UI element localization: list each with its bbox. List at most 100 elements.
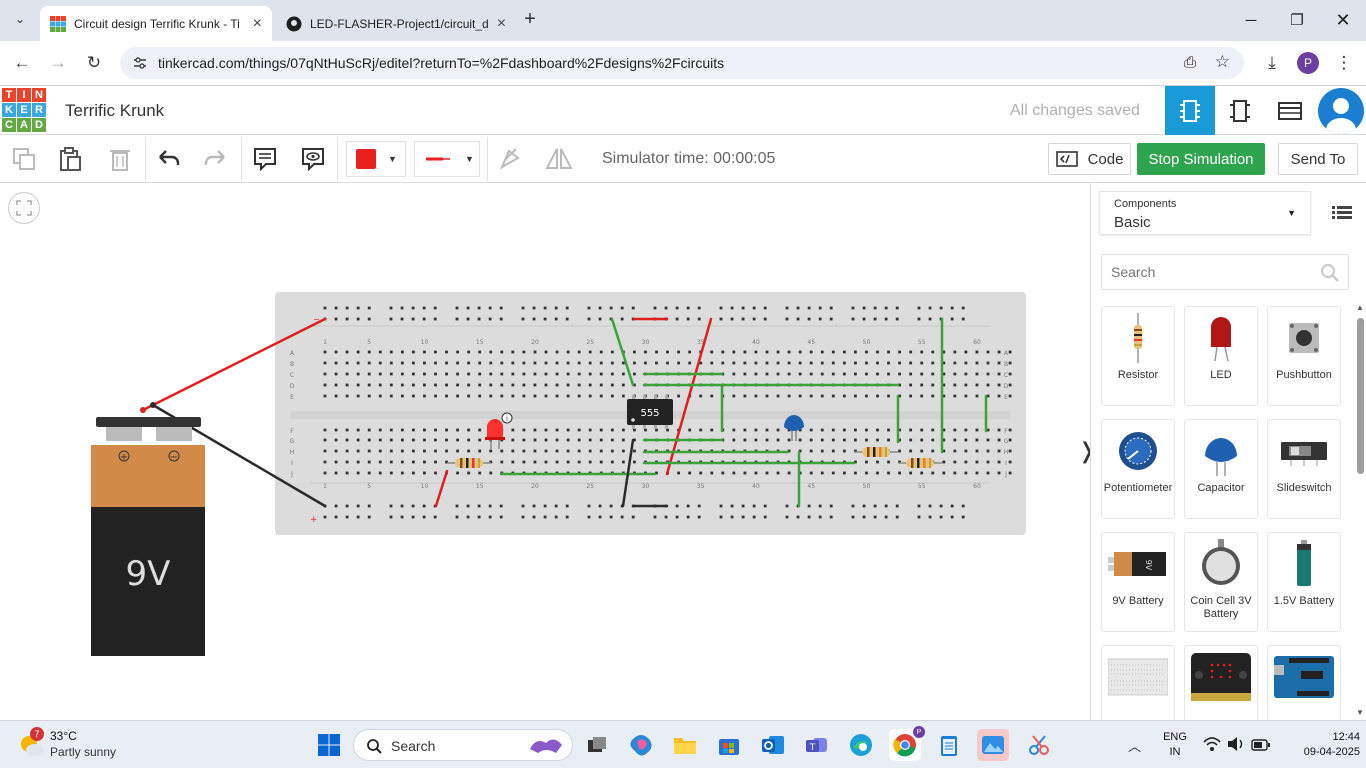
install-app-icon[interactable]: ⎙ <box>1184 54 1196 71</box>
component-microbit[interactable] <box>1184 645 1258 720</box>
tab-search-button[interactable]: ⌄ <box>6 5 34 33</box>
scroll-up-icon[interactable]: ▲ <box>1356 303 1364 312</box>
outlook-icon[interactable] <box>757 729 789 761</box>
undo-button[interactable] <box>153 143 185 175</box>
component-search[interactable] <box>1101 254 1349 290</box>
panel-scrollbar[interactable]: ▲ ▼ <box>1354 303 1366 717</box>
language-indicator[interactable]: ENG IN <box>1158 730 1192 760</box>
edge-icon[interactable] <box>845 729 877 761</box>
list-view-toggle[interactable] <box>1331 201 1355 225</box>
logo-letter: T <box>2 88 16 102</box>
hole <box>677 394 680 398</box>
rail-hole <box>719 515 723 519</box>
clock[interactable]: 12:44 09-04-2025 <box>1290 730 1360 760</box>
scroll-thumb[interactable] <box>1357 318 1364 474</box>
battery-icon[interactable] <box>1251 738 1271 756</box>
photos-icon[interactable] <box>977 729 1009 761</box>
tinkercad-logo[interactable]: TIN KER CAD <box>2 88 46 132</box>
reload-icon[interactable]: ↻ <box>80 49 108 77</box>
minimize-icon[interactable]: ─ <box>1228 0 1274 40</box>
search-icon[interactable] <box>1320 263 1340 283</box>
code-button[interactable]: Code <box>1048 143 1131 175</box>
ic-555-chip[interactable]: 555 <box>627 395 673 429</box>
coin-cell-icon <box>1202 539 1240 585</box>
back-icon[interactable]: ← <box>8 49 36 77</box>
component-list-button[interactable] <box>1265 86 1315 135</box>
wire-type-picker[interactable]: ▼ <box>414 141 480 177</box>
component-9v-battery[interactable]: 9V 9V Battery <box>1101 532 1175 632</box>
site-info-icon[interactable] <box>132 55 148 71</box>
forward-icon[interactable]: → <box>44 49 72 77</box>
rotate-icon <box>499 148 520 170</box>
taskbar-search[interactable]: Search <box>353 729 573 761</box>
bookmark-star-icon[interactable]: ☆ <box>1215 52 1230 72</box>
component-coin-cell-battery[interactable]: Coin Cell 3V Battery <box>1184 532 1258 632</box>
microsoft-store-icon[interactable] <box>713 729 745 761</box>
copilot-icon[interactable] <box>625 729 657 761</box>
close-window-icon[interactable]: ✕ <box>1320 0 1366 40</box>
hole <box>445 394 448 398</box>
component-led[interactable]: LED <box>1184 306 1258 406</box>
component-capacitor[interactable]: Capacitor <box>1184 419 1258 519</box>
rail-hole <box>565 504 569 508</box>
scroll-down-icon[interactable]: ▼ <box>1356 708 1364 717</box>
notes-button[interactable] <box>249 143 281 175</box>
search-input[interactable] <box>1102 255 1312 289</box>
component-1-5v-battery[interactable]: 1.5V Battery <box>1267 532 1341 632</box>
component-pushbutton[interactable]: Pushbutton <box>1267 306 1341 406</box>
schematic-view-button[interactable] <box>1215 86 1265 135</box>
9v-battery[interactable]: + − 9V <box>91 402 205 656</box>
profile-avatar[interactable]: P <box>1294 49 1322 77</box>
component-arduino[interactable] <box>1267 645 1341 720</box>
task-view-icon[interactable] <box>581 729 613 761</box>
close-tab-icon[interactable]: × <box>497 15 506 33</box>
snipping-tool-icon[interactable] <box>1023 729 1055 761</box>
hole <box>831 372 835 376</box>
teams-icon[interactable]: T <box>801 729 833 761</box>
hole <box>743 428 747 432</box>
chrome-icon[interactable]: P <box>889 726 925 761</box>
component-slideswitch[interactable]: Slideswitch <box>1267 419 1341 519</box>
maximize-icon[interactable]: ❐ <box>1274 0 1320 40</box>
delete-button[interactable] <box>104 143 136 175</box>
trash-icon <box>110 150 130 171</box>
copy-button[interactable] <box>8 143 40 175</box>
send-to-button[interactable]: Send To <box>1278 143 1358 175</box>
fill-color-picker[interactable]: ▼ <box>346 141 406 177</box>
hole <box>456 372 459 376</box>
start-button[interactable] <box>313 729 345 761</box>
url-field[interactable]: tinkercad.com/things/07qNtHuScRj/editel?… <box>120 47 1244 79</box>
rail-hole <box>543 504 547 508</box>
circuit-canvas[interactable]: AABBCCDDEEFFGGHHIIJJ 1 1 5 5 10 10 15 15 20 20 25 2… <box>0 183 1096 720</box>
close-tab-icon[interactable]: × <box>253 15 262 33</box>
rail-hole <box>488 317 492 321</box>
stop-simulation-button[interactable]: Stop Simulation <box>1137 143 1265 175</box>
show-hidden-icons[interactable]: ︿ <box>1128 736 1141 755</box>
component-potentiometer[interactable]: Potentiometer <box>1101 419 1175 519</box>
notepad-icon[interactable] <box>933 729 965 761</box>
circuit-drawing[interactable]: A AB BC CD DE EF FG GH HI IJ J 1155101015152020252… <box>0 183 1090 720</box>
components-dropdown[interactable]: Components Basic ▼ <box>1099 191 1311 235</box>
circuit-view-button[interactable] <box>1165 86 1215 135</box>
rotate-button[interactable] <box>494 143 526 175</box>
component-breadboard[interactable] <box>1101 645 1175 720</box>
browser-menu-icon[interactable]: ⋮ <box>1330 49 1358 77</box>
tab-github[interactable]: LED-FLASHER-Project1/circuit_d × <box>276 6 512 41</box>
redo-button[interactable] <box>199 143 231 175</box>
tab-tinkercad[interactable]: Circuit design Terrific Krunk - Ti × <box>40 6 272 41</box>
flip-button[interactable] <box>543 143 575 175</box>
new-tab-button[interactable]: + <box>516 5 544 33</box>
volume-icon[interactable] <box>1227 736 1245 757</box>
file-explorer-icon[interactable] <box>669 729 701 761</box>
paste-button[interactable] <box>54 143 86 175</box>
rail-hole <box>719 306 723 310</box>
rail-hole <box>719 504 723 508</box>
download-icon[interactable]: ⤓ <box>1258 49 1286 77</box>
component-resistor[interactable]: Resistor <box>1101 306 1175 406</box>
weather-widget[interactable]: 7 33°C Partly sunny <box>18 727 138 763</box>
design-name[interactable]: Terrific Krunk <box>65 101 164 121</box>
wifi-icon[interactable] <box>1203 736 1221 757</box>
notes-visibility-button[interactable] <box>297 143 329 175</box>
user-avatar[interactable] <box>1318 88 1364 134</box>
hole <box>743 361 747 365</box>
